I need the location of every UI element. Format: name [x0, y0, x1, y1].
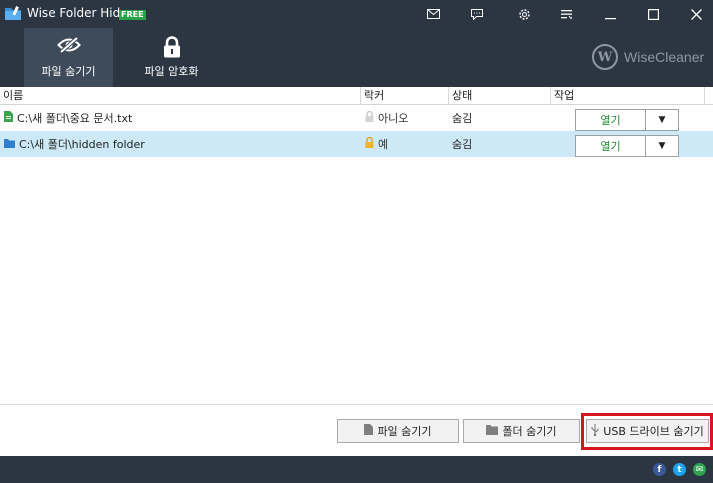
hide-file-label: 파일 숨기기: [377, 425, 432, 438]
title-bar: Wise Folder Hider FREE: [0, 0, 713, 28]
maximize-icon: [647, 8, 659, 20]
row-action-control: 열기 ▼: [575, 135, 679, 157]
folder-icon: [4, 138, 15, 151]
action-dropdown-button[interactable]: ▼: [646, 110, 678, 130]
file-icon: [4, 111, 13, 125]
tab-hide-files-label: 파일 숨기기: [41, 65, 96, 78]
file-row[interactable]: C:\새 폴더\중요 문서.txt 아니오 숨김 열기 ▼: [0, 105, 713, 131]
footer-bar: f t ✉: [0, 456, 713, 483]
minimize-icon: [604, 9, 616, 20]
app-folder-icon: [5, 6, 21, 20]
row-name-cell: C:\새 폴더\중요 문서.txt: [4, 105, 359, 131]
open-button[interactable]: 열기: [576, 110, 646, 130]
facebook-icon[interactable]: f: [653, 463, 666, 476]
message-icon[interactable]: ✉: [693, 463, 706, 476]
column-status[interactable]: 상태: [449, 87, 551, 105]
row-locker-text: 아니오: [378, 112, 409, 125]
tab-hide-files[interactable]: 파일 숨기기: [24, 28, 113, 87]
folder-row[interactable]: C:\새 폴더\hidden folder 예 숨김 열기 ▼: [0, 131, 713, 157]
brand-logo[interactable]: W WiseCleaner: [592, 43, 704, 71]
highlight-box: [581, 413, 713, 450]
hide-folder-label: 폴더 숨기기: [502, 425, 557, 438]
unlocked-icon: [365, 110, 378, 125]
settings-icon: [518, 8, 531, 21]
brand-name: WiseCleaner: [624, 49, 705, 65]
row-locker-cell: 예: [365, 131, 445, 157]
folder-icon: [486, 424, 502, 438]
column-locker[interactable]: 락커: [361, 87, 449, 105]
row-action-control: 열기 ▼: [575, 109, 679, 131]
menu-button[interactable]: [546, 0, 586, 28]
row-locker-text: 예: [378, 138, 389, 151]
close-icon: [690, 8, 702, 20]
twitter-icon[interactable]: t: [673, 463, 686, 476]
locked-icon: [365, 136, 378, 151]
minimize-button[interactable]: [590, 0, 630, 28]
settings-button[interactable]: [504, 0, 544, 28]
file-icon: [364, 424, 377, 438]
mail-icon: [426, 9, 440, 19]
dropdown-arrow-icon: ▼: [658, 141, 666, 151]
free-badge: FREE: [119, 10, 146, 20]
feedback-icon: [471, 8, 483, 20]
column-action[interactable]: 작업: [551, 87, 705, 105]
maximize-button[interactable]: [633, 0, 673, 28]
row-status-cell: 숨김: [452, 138, 473, 151]
row-path: C:\새 폴더\중요 문서.txt: [17, 112, 133, 125]
hide-folder-button[interactable]: 폴더 숨기기: [463, 419, 580, 443]
row-name-cell: C:\새 폴더\hidden folder: [4, 131, 359, 157]
mode-toolbar: 파일 숨기기 파일 암호화 W WiseCleaner: [0, 28, 713, 87]
tab-encrypt-files-label: 파일 암호화: [144, 65, 199, 78]
menu-icon: [560, 9, 572, 20]
file-list-header: 이름 락커 상태 작업: [0, 87, 713, 105]
action-dropdown-button[interactable]: ▼: [646, 136, 678, 156]
hide-file-button[interactable]: 파일 숨기기: [337, 419, 459, 443]
tab-encrypt-files[interactable]: 파일 암호화: [127, 28, 216, 87]
dropdown-arrow-icon: ▼: [658, 115, 666, 125]
hidden-eye-icon: [56, 36, 81, 57]
mail-button[interactable]: [413, 0, 453, 28]
lock-icon: [163, 36, 181, 61]
row-locker-cell: 아니오: [365, 105, 445, 131]
open-button[interactable]: 열기: [576, 136, 646, 156]
row-status-cell: 숨김: [452, 112, 473, 125]
wisecleaner-logo-icon: W: [592, 44, 618, 70]
app-title: Wise Folder Hider: [27, 6, 133, 20]
bottom-divider: [0, 404, 713, 405]
close-button[interactable]: [676, 0, 713, 28]
feedback-button[interactable]: [457, 0, 497, 28]
column-name[interactable]: 이름: [0, 87, 361, 105]
row-path: C:\새 폴더\hidden folder: [19, 138, 145, 151]
